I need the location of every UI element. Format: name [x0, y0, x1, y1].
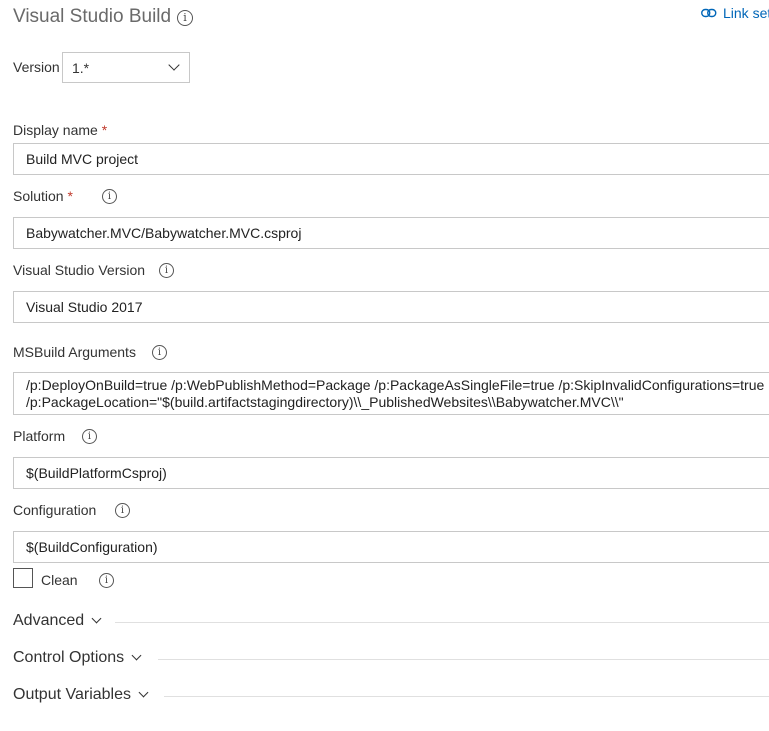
task-title: Visual Studio Build: [13, 6, 172, 27]
info-icon[interactable]: i: [102, 189, 117, 204]
divider: [115, 622, 769, 623]
platform-label: Platform: [13, 428, 66, 444]
msbuild-args-line: /p:DeployOnBuild=true /p:WebPublishMetho…: [26, 377, 765, 393]
platform-field[interactable]: $(BuildPlatformCsproj): [13, 457, 769, 489]
vs-version-field[interactable]: Visual Studio 2017: [13, 291, 769, 323]
section-control-options-label: Control Options: [13, 649, 125, 666]
version-value: 1.*: [72, 60, 90, 76]
section-output-variables-label: Output Variables: [13, 686, 131, 703]
clean-label: Clean: [41, 572, 78, 588]
msbuild-args-line: /p:PackageLocation="$(build.artifactstag…: [26, 394, 624, 410]
section-advanced[interactable]: Advanced: [13, 612, 102, 630]
link-settings-label: Link settings: [723, 5, 769, 21]
configuration-field[interactable]: $(BuildConfiguration): [13, 531, 769, 563]
link-icon: [701, 5, 717, 21]
info-icon[interactable]: i: [177, 10, 193, 26]
chevron-down-icon: [168, 59, 180, 71]
info-icon[interactable]: i: [159, 263, 174, 278]
vs-version-label: Visual Studio Version: [13, 262, 146, 278]
msbuild-args-label: MSBuild Arguments: [13, 344, 136, 360]
section-output-variables[interactable]: Output Variables: [13, 686, 149, 704]
link-settings-link[interactable]: Link settings: [701, 5, 769, 21]
solution-field[interactable]: Babywatcher.MVC/Babywatcher.MVC.csproj: [13, 217, 769, 249]
info-icon[interactable]: i: [99, 573, 114, 588]
display-name-field[interactable]: Build MVC project: [13, 143, 769, 175]
section-advanced-label: Advanced: [13, 612, 85, 629]
info-icon[interactable]: i: [82, 429, 97, 444]
info-icon[interactable]: i: [152, 345, 167, 360]
clean-checkbox[interactable]: [13, 568, 33, 588]
solution-label: Solution *: [13, 188, 73, 204]
section-control-options[interactable]: Control Options: [13, 649, 142, 667]
display-name-label: Display name *: [13, 122, 108, 138]
configuration-label: Configuration: [13, 502, 97, 518]
msbuild-args-field[interactable]: /p:DeployOnBuild=true /p:WebPublishMetho…: [13, 372, 769, 415]
divider: [158, 659, 769, 660]
info-icon[interactable]: i: [115, 503, 130, 518]
version-select[interactable]: 1.*: [62, 52, 190, 83]
required-marker: *: [101, 122, 108, 138]
chevron-down-icon: [131, 650, 142, 661]
version-label: Version: [13, 59, 60, 75]
chevron-down-icon: [138, 687, 149, 698]
divider: [164, 696, 769, 697]
chevron-down-icon: [91, 613, 102, 624]
required-marker: *: [67, 188, 73, 204]
